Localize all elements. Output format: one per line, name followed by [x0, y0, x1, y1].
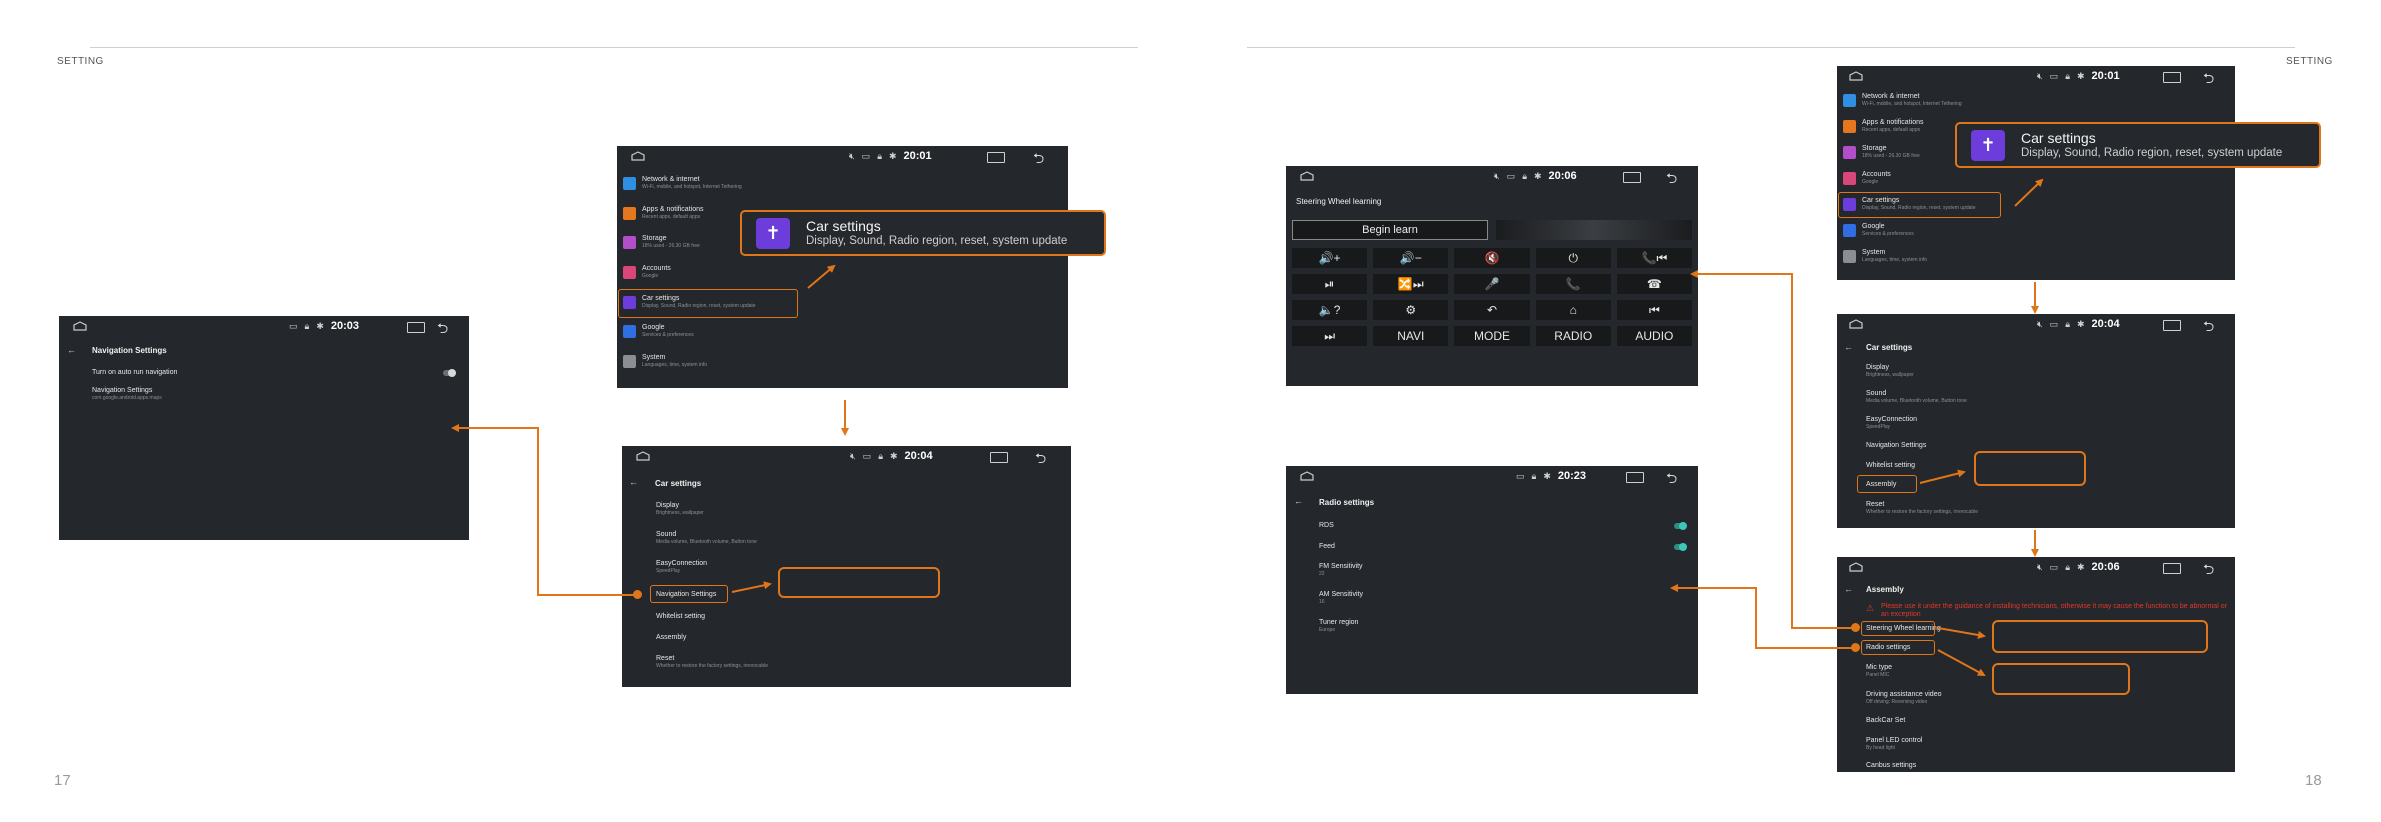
- flow-arrows: [451, 178, 2044, 676]
- connector-to-radio-screen: [1670, 584, 1856, 649]
- connector-to-nav-screen: [451, 424, 635, 596]
- arrow-to-callout: [807, 264, 836, 289]
- arrow-to-callout-right: [2014, 178, 2044, 207]
- arrow-assembly-to-box: [1919, 469, 1966, 484]
- arrow-steering-to-box: [1937, 627, 1986, 639]
- arrow-nav-to-box: [731, 581, 772, 593]
- arrow-radio-to-box: [1937, 649, 1986, 676]
- connector-to-steering-screen: [1690, 270, 1856, 629]
